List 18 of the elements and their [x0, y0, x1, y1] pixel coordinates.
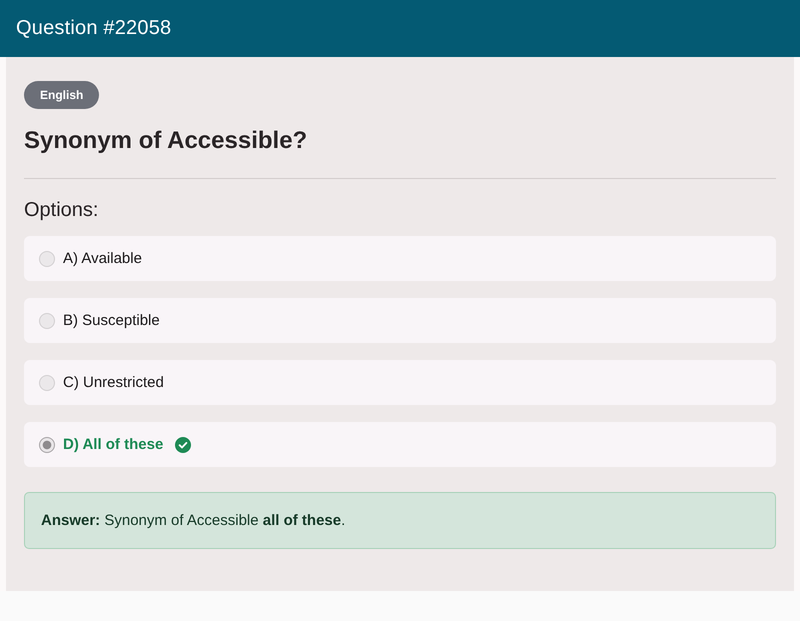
- option-row[interactable]: B) Susceptible: [24, 298, 776, 343]
- question-number: Question #22058: [16, 17, 172, 40]
- option-label: A) Available: [63, 250, 142, 267]
- option-label: C) Unrestricted: [63, 374, 164, 391]
- radio-button[interactable]: [39, 374, 55, 390]
- radio-button[interactable]: [39, 436, 55, 452]
- answer-text: Answer: Synonym of Accessible all of these.: [41, 512, 346, 529]
- option-label: B) Susceptible: [63, 312, 160, 329]
- option-row[interactable]: A) Available: [24, 236, 776, 281]
- question-title: Synonym of Accessible?: [24, 126, 308, 156]
- category-badge: English: [24, 81, 100, 109]
- option-row[interactable]: D) All of these: [24, 422, 776, 467]
- radio-button[interactable]: [39, 250, 55, 266]
- option-label: D) All of these: [63, 436, 164, 453]
- check-circle-icon: [175, 436, 192, 452]
- radio-button[interactable]: [39, 312, 55, 328]
- option-row[interactable]: C) Unrestricted: [24, 360, 776, 405]
- options-label: Options:: [24, 198, 100, 222]
